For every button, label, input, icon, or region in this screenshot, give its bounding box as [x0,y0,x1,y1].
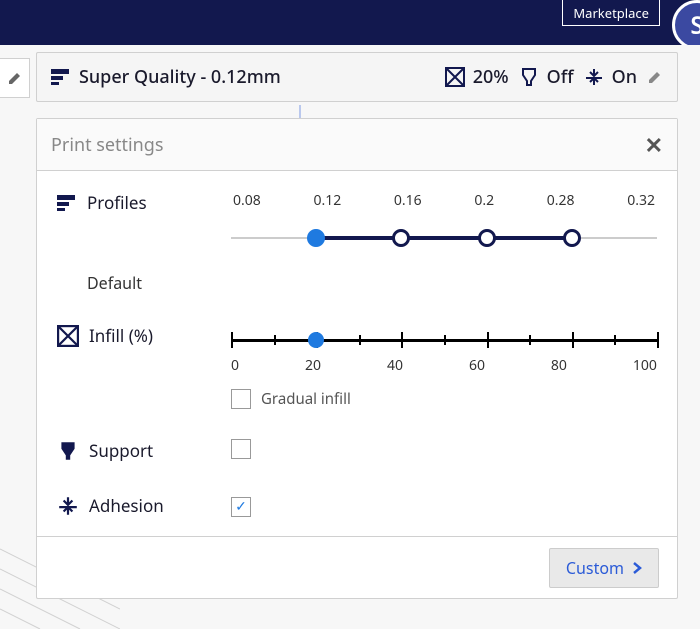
custom-button[interactable]: Custom [549,548,659,588]
infill-slider[interactable] [231,330,657,350]
infill-label: Infill (%) [89,324,153,347]
profiles-label: Profiles [87,191,147,214]
support-icon [57,440,79,462]
adhesion-icon [57,495,79,517]
support-row: Support [57,439,657,464]
edit-extruder-button[interactable] [0,58,30,98]
pencil-icon [647,69,663,85]
marketplace-button[interactable]: Marketplace [562,0,660,26]
avatar[interactable]: S [672,0,700,50]
gradual-infill-label: Gradual infill [261,389,351,409]
summary-profile-label: Super Quality - 0.12mm [79,65,281,89]
summary-profile: Super Quality - 0.12mm [51,65,281,89]
summary-infill-value: 20% [473,65,509,89]
panel-header: Print settings ✕ [37,119,677,171]
layers-icon [57,195,77,211]
adhesion-icon [584,67,604,87]
profile-slider[interactable] [231,228,657,248]
adhesion-checkbox[interactable]: ✓ [231,497,251,517]
gradual-infill-checkbox[interactable] [231,389,251,409]
edit-settings-button[interactable] [647,69,663,85]
infill-icon [57,325,79,347]
profile-tick-labels: 0.080.120.160.20.280.32 [231,191,657,210]
close-button[interactable]: ✕ [645,130,663,160]
chevron-right-icon [632,561,642,575]
summary-support-value: Off [547,65,574,89]
summary-support: Off [519,65,574,89]
profiles-row: Profiles 0.080.120.160.20.280.32 [57,191,657,248]
settings-summary-bar[interactable]: Super Quality - 0.12mm 20% Off On [36,52,678,102]
panel-title: Print settings [51,133,164,157]
panel-footer: Custom [37,536,677,598]
summary-infill: 20% [445,65,509,89]
adhesion-label: Adhesion [89,494,164,517]
support-checkbox[interactable] [231,439,251,459]
adhesion-row: Adhesion ✓ [57,494,657,517]
print-settings-panel: Print settings ✕ Profiles 0.080.120.160.… [36,118,678,599]
support-icon [519,67,539,87]
infill-icon [445,67,465,87]
infill-row: Infill (%) 020406080100 Gradual infill [57,324,657,409]
profiles-sublabel: Default [87,272,142,294]
summary-adhesion-value: On [612,65,637,89]
custom-button-label: Custom [566,557,624,579]
infill-tick-labels: 020406080100 [231,356,657,375]
layers-icon [51,69,71,85]
support-label: Support [89,439,153,462]
pencil-icon [7,70,23,86]
summary-adhesion: On [584,65,637,89]
app-topbar: Marketplace S [0,0,700,45]
